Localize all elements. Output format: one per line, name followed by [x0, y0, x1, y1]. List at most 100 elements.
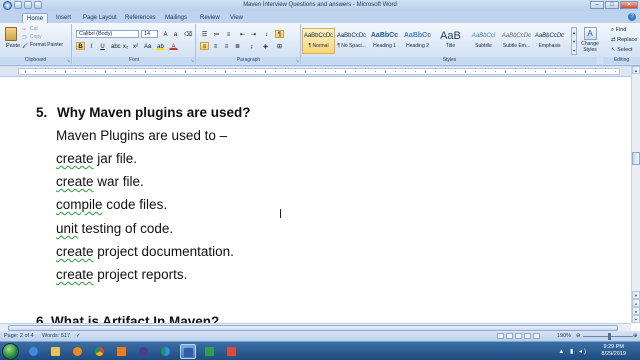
more-styles-icon[interactable]: ▾: [572, 46, 576, 55]
numbering-icon[interactable]: ≔: [212, 30, 221, 38]
underline-button[interactable]: U: [98, 42, 107, 50]
font-color-icon[interactable]: A: [169, 42, 178, 50]
system-tray-icons[interactable]: ▲ ▮ ◂): [558, 348, 588, 355]
horizontal-ruler[interactable]: [0, 66, 632, 77]
horizontal-scrollbar[interactable]: [0, 323, 631, 331]
chrome-taskbar-icon[interactable]: [92, 344, 108, 359]
justify-icon[interactable]: ≣: [233, 42, 242, 50]
scroll-down-icon[interactable]: ▼: [632, 291, 640, 299]
draft-view-icon[interactable]: [533, 333, 540, 339]
minimize-button[interactable]: –: [590, 1, 604, 9]
align-right-icon[interactable]: ≡: [222, 42, 231, 50]
camtasia-taskbar-icon[interactable]: [202, 344, 218, 359]
bullets-icon[interactable]: ☰: [200, 30, 209, 38]
change-case-icon[interactable]: Aa: [143, 42, 152, 50]
previous-page-icon[interactable]: ⏶: [632, 299, 640, 307]
grow-font-icon[interactable]: A: [161, 30, 170, 38]
ie-taskbar-icon[interactable]: [26, 344, 42, 359]
vlc-taskbar-icon[interactable]: [114, 344, 130, 359]
eclipse-taskbar-icon[interactable]: [136, 344, 152, 359]
explorer-taskbar-icon[interactable]: [48, 344, 64, 359]
word-taskbar-icon[interactable]: [180, 344, 196, 359]
word-count[interactable]: Words: 517: [42, 331, 70, 341]
tab-references[interactable]: References: [121, 13, 160, 23]
align-center-icon[interactable]: ≡: [211, 42, 220, 50]
next-page-icon[interactable]: ⏷: [632, 315, 640, 323]
page-count[interactable]: Page: 2 of 4: [4, 331, 34, 341]
show-hide-marks-icon[interactable]: ¶: [275, 30, 284, 38]
zoom-out-icon[interactable]: ⊖: [576, 331, 581, 341]
align-left-icon[interactable]: ≡: [200, 42, 209, 50]
font-name-box[interactable]: Calibri (Body): [76, 30, 139, 38]
shading-icon[interactable]: ◈: [261, 42, 270, 50]
paragraph-launcher-icon[interactable]: ↘: [296, 58, 299, 63]
styles-scroll[interactable]: ▲ ▼ ▾: [571, 27, 577, 55]
help-icon[interactable]: ?: [628, 13, 636, 21]
tab-mailings[interactable]: Mailings: [161, 13, 191, 23]
select-button[interactable]: ↖ Select: [611, 47, 632, 53]
highlight-color-icon[interactable]: ab: [156, 42, 165, 50]
vertical-scrollbar[interactable]: ▲ ▼ ⏶ ● ⏷: [631, 66, 640, 323]
outline-view-icon[interactable]: [524, 333, 531, 339]
clipboard-launcher-icon[interactable]: ↘: [67, 58, 70, 63]
document-page[interactable]: 5. Why Maven plugins are used? Maven Plug…: [0, 77, 631, 323]
style-subtle-emphasis[interactable]: AaBbCcDc Subtle Em...: [500, 28, 533, 54]
increase-indent-icon[interactable]: ⇥: [249, 30, 258, 38]
clipboard-paste-icon[interactable]: [5, 27, 17, 41]
superscript-icon[interactable]: x²: [131, 42, 140, 50]
close-button[interactable]: ✕: [620, 1, 638, 9]
media-player-taskbar-icon[interactable]: [70, 344, 86, 359]
full-screen-view-icon[interactable]: [506, 333, 513, 339]
chevron-down-icon[interactable]: ▼: [572, 37, 576, 46]
chevron-up-icon[interactable]: ▲: [572, 28, 576, 37]
clear-formatting-icon[interactable]: ⌫: [183, 30, 192, 38]
style-heading-1[interactable]: AaBbCc Heading 1: [368, 28, 401, 54]
borders-icon[interactable]: ⊞: [275, 42, 284, 50]
multilevel-list-icon[interactable]: ≡: [224, 30, 233, 38]
browse-object-icon[interactable]: ●: [632, 307, 640, 315]
sort-icon[interactable]: ↕: [262, 30, 271, 38]
tab-insert[interactable]: Insert: [52, 13, 75, 23]
style-no-spacing[interactable]: AaBbCcDc ¶ No Spaci...: [335, 28, 368, 54]
vertical-scroll-thumb[interactable]: [632, 152, 640, 165]
font-launcher-icon[interactable]: ↘: [191, 58, 194, 63]
zoom-slider-handle[interactable]: [608, 333, 611, 340]
tab-page-layout[interactable]: Page Layout: [79, 13, 121, 23]
paragraph-group-label: Paragraph: [197, 57, 300, 64]
decrease-indent-icon[interactable]: ⇤: [238, 30, 247, 38]
maximize-button[interactable]: □: [605, 1, 619, 9]
cut-button[interactable]: ✂ Cut: [22, 26, 38, 33]
style-normal[interactable]: AaBbCcDc ¶ Normal: [302, 28, 335, 54]
style-title[interactable]: AaB Title: [434, 28, 467, 54]
start-button[interactable]: [2, 343, 19, 360]
chrome-taskbar-icon-2[interactable]: [158, 344, 174, 359]
proofing-icon[interactable]: ✓: [76, 331, 81, 341]
style-emphasis[interactable]: AaBbCcDc Emphasis: [533, 28, 566, 54]
bold-button[interactable]: B: [76, 42, 85, 50]
subscript-icon[interactable]: x₂: [121, 42, 130, 50]
zoom-in-icon[interactable]: ⊕: [633, 331, 638, 341]
copy-button[interactable]: ❐ Copy: [22, 34, 42, 41]
tab-review[interactable]: Review: [196, 13, 224, 23]
find-button[interactable]: ⌕ Find: [611, 27, 626, 34]
taskbar-clock[interactable]: 9:29 PM 8/29/2019: [602, 344, 626, 358]
replace-button[interactable]: ⇄ Replace: [611, 37, 637, 43]
style-heading-2[interactable]: AaBbCc Heading 2: [401, 28, 434, 54]
tab-home[interactable]: Home: [22, 13, 49, 23]
strikethrough-icon[interactable]: abc: [110, 42, 121, 50]
paste-button-label[interactable]: Paste: [6, 43, 20, 49]
shrink-font-icon[interactable]: a: [171, 30, 180, 38]
style-subtitle[interactable]: AaBbCcl Subtitle: [467, 28, 500, 54]
format-painter-button[interactable]: 🖌 Format Painter: [22, 42, 63, 49]
web-layout-view-icon[interactable]: [515, 333, 522, 339]
app-taskbar-icon[interactable]: [224, 344, 240, 359]
zoom-level[interactable]: 190%: [557, 331, 571, 341]
print-layout-view-icon[interactable]: [497, 333, 504, 339]
change-styles-button[interactable]: A Change Styles: [578, 24, 602, 64]
line-spacing-icon[interactable]: ↨: [247, 42, 256, 50]
ruler-tick: [175, 71, 176, 72]
tab-view[interactable]: View: [226, 13, 247, 23]
font-size-box[interactable]: 14: [141, 30, 158, 38]
scroll-up-icon[interactable]: ▲: [632, 66, 640, 74]
italic-button[interactable]: I: [87, 42, 96, 50]
